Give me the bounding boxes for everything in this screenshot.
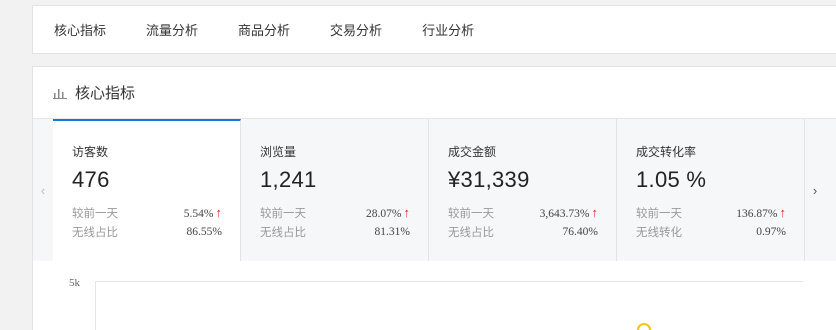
tab-industry-analysis[interactable]: 行业分析: [422, 20, 474, 39]
y-axis-tick-label: 5k: [69, 277, 80, 289]
up-arrow-icon: ↑: [403, 205, 411, 220]
compare-row: 较前一天 28.07% ↑: [260, 203, 410, 222]
compare-label: 较前一天: [448, 207, 494, 220]
metric-card-pageviews[interactable]: 浏览量 1,241 较前一天 28.07% ↑ 无线占比 81.31%: [241, 119, 429, 261]
tab-product-analysis[interactable]: 商品分析: [238, 20, 290, 39]
metric-label: 访客数: [72, 145, 109, 159]
secondary-value: 0.97%: [756, 225, 786, 238]
core-metrics-panel: 核心指标 ‹ 访客数 476 较前一天 5.54% ↑ 无线占比 86.55% 浏…: [32, 66, 836, 330]
secondary-label: 无线占比: [72, 226, 118, 239]
up-arrow-icon: ↑: [591, 205, 599, 220]
metric-value: 476: [72, 167, 110, 192]
metric-card-visitors[interactable]: 访客数 476 较前一天 5.54% ↑ 无线占比 86.55%: [53, 119, 241, 262]
secondary-row: 无线转化 0.97%: [636, 222, 786, 241]
tab-traffic-analysis[interactable]: 流量分析: [146, 20, 198, 39]
compare-row: 较前一天 136.87% ↑: [636, 203, 786, 222]
secondary-value: 86.55%: [186, 225, 222, 238]
compare-value: 3,643.73%: [539, 208, 590, 220]
top-nav: 核心指标 流量分析 商品分析 交易分析 行业分析: [32, 5, 836, 54]
series-point-marker[interactable]: [637, 323, 651, 330]
compare-label: 较前一天: [72, 207, 118, 220]
chart-gridline: [95, 281, 803, 282]
compare-label: 较前一天: [260, 207, 306, 220]
metric-card-conversion-rate[interactable]: 成交转化率 1.05 % 较前一天 136.87% ↑ 无线转化 0.97%: [617, 119, 805, 261]
chart-y-axis: [95, 281, 96, 330]
compare-row: 较前一天 5.54% ↑: [72, 203, 222, 222]
compare-value: 5.54%: [183, 208, 214, 220]
carousel-next-icon[interactable]: ›: [805, 119, 825, 261]
secondary-value: 81.31%: [374, 225, 410, 238]
up-arrow-icon: ↑: [779, 205, 787, 220]
compare-value: 28.07%: [366, 208, 402, 220]
tab-core-metrics[interactable]: 核心指标: [54, 20, 106, 39]
trend-chart: 5k: [33, 261, 836, 330]
secondary-row: 无线占比 76.40%: [448, 222, 598, 241]
metric-card-gmv[interactable]: 成交金额 ¥31,339 较前一天 3,643.73% ↑ 无线占比 76.40%: [429, 119, 617, 261]
metric-value: 1,241: [260, 167, 317, 192]
metric-label: 成交转化率: [636, 145, 697, 159]
compare-value: 136.87%: [736, 208, 778, 220]
metric-label: 浏览量: [260, 145, 297, 159]
metric-cards-carousel: ‹ 访客数 476 较前一天 5.54% ↑ 无线占比 86.55% 浏览量 1,…: [33, 119, 836, 262]
carousel-prev-icon[interactable]: ‹: [33, 119, 53, 261]
up-arrow-icon: ↑: [215, 205, 223, 220]
secondary-label: 无线占比: [260, 226, 306, 239]
secondary-label: 无线转化: [636, 226, 682, 239]
compare-label: 较前一天: [636, 207, 682, 220]
secondary-value: 76.40%: [562, 225, 598, 238]
secondary-row: 无线占比 86.55%: [72, 222, 222, 241]
compare-row: 较前一天 3,643.73% ↑: [448, 203, 598, 222]
metric-value: 1.05 %: [636, 167, 707, 192]
tab-trade-analysis[interactable]: 交易分析: [330, 20, 382, 39]
panel-header: 核心指标: [33, 67, 836, 119]
bar-chart-icon: [53, 88, 67, 99]
panel-title: 核心指标: [75, 85, 136, 102]
secondary-label: 无线占比: [448, 226, 494, 239]
secondary-row: 无线占比 81.31%: [260, 222, 410, 241]
metric-label: 成交金额: [448, 145, 497, 159]
metric-value: ¥31,339: [448, 167, 530, 192]
